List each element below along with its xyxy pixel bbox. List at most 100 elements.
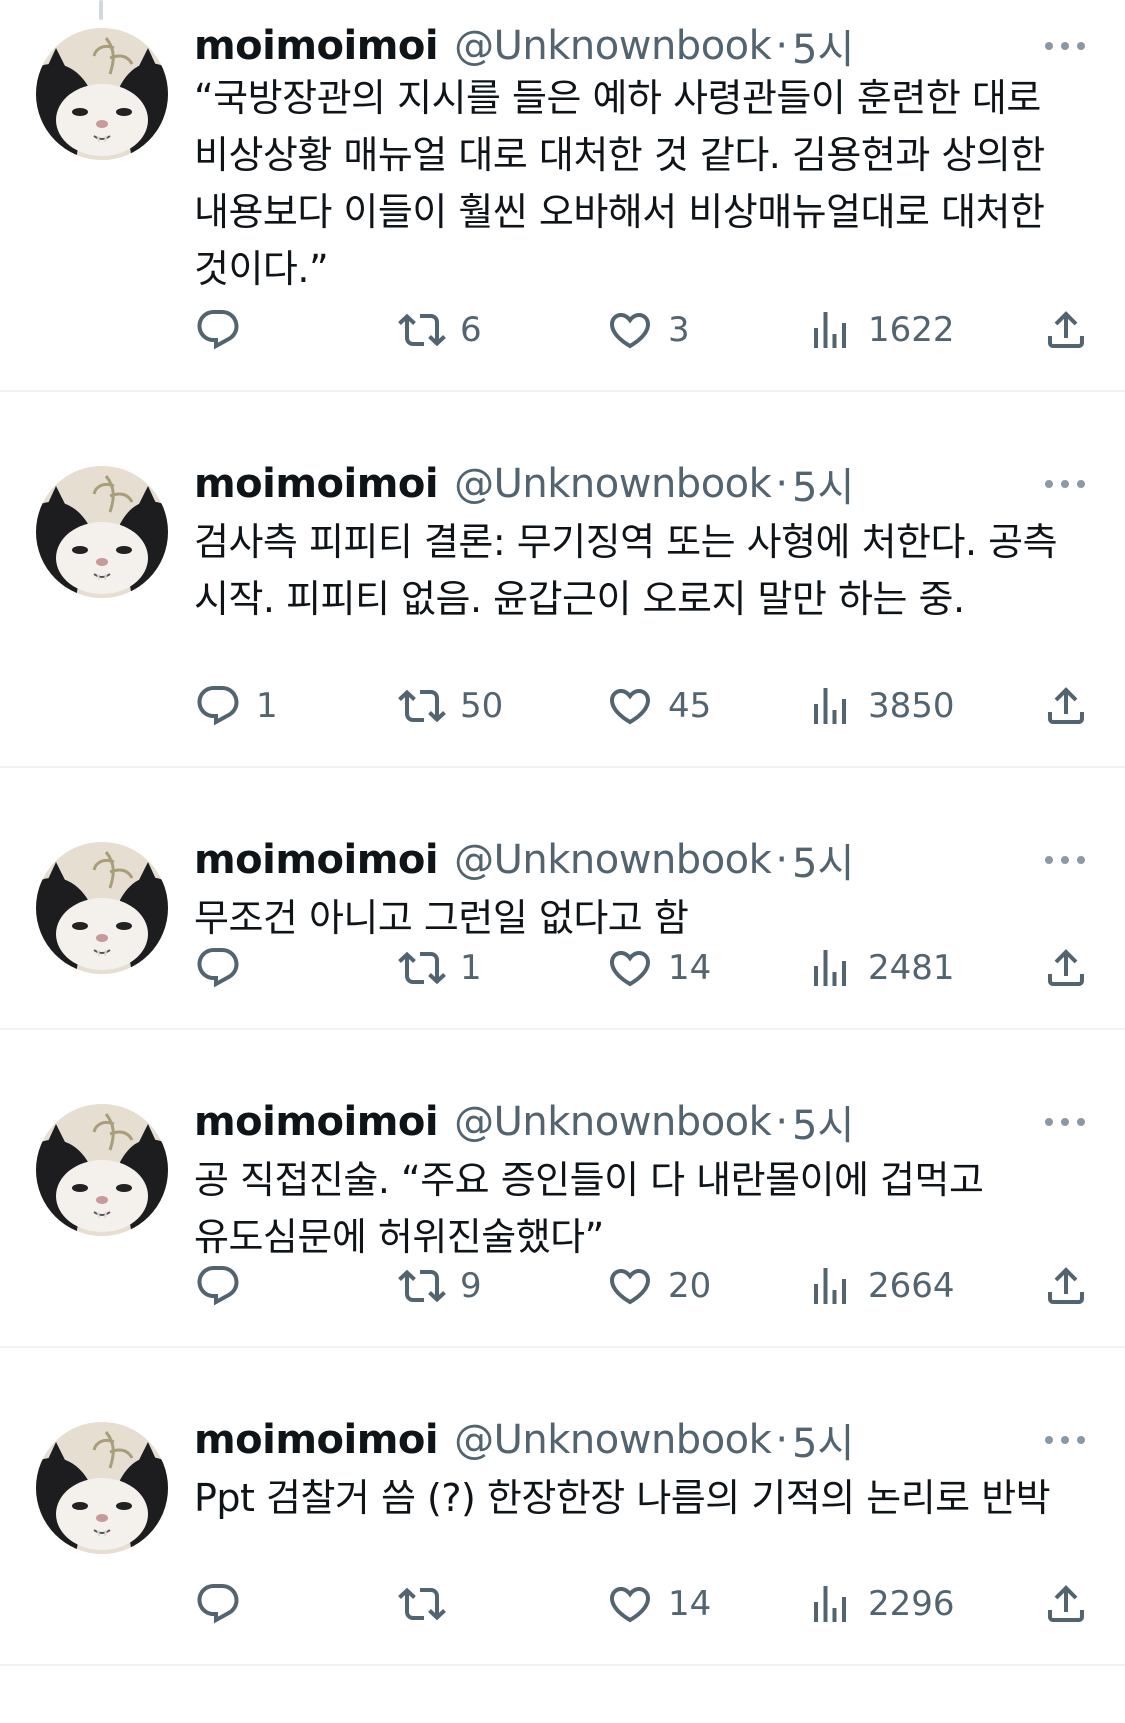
like-button[interactable]: 3	[606, 300, 690, 360]
like-button[interactable]: 45	[606, 676, 711, 736]
share-button[interactable]	[1042, 676, 1090, 736]
tweet-header: moimoimoi @Unknownbook · 5시	[194, 18, 1095, 74]
reply-button[interactable]	[194, 300, 256, 360]
tweet-text: Ppt 검찰거 씀 (?) 한장한장 나름의 기적의 논리로 반박	[194, 1476, 1051, 1520]
share-upload-icon	[1042, 1262, 1090, 1310]
action-bar: 9 20 2664	[194, 1256, 1098, 1316]
views-button[interactable]: 3850	[806, 676, 955, 736]
share-button[interactable]	[1042, 1256, 1090, 1316]
tweet-text: “국방장관의 지시를 들은 예하 사령관들이 훈련한 대로 비상상황 매뉴얼 대…	[194, 76, 1045, 291]
avatar[interactable]	[36, 1422, 168, 1554]
retweet-button[interactable]: 1	[398, 938, 482, 998]
timestamp[interactable]: 5시	[792, 831, 854, 889]
action-bar: 1 14 2481	[194, 938, 1098, 998]
reply-button[interactable]	[194, 1574, 256, 1634]
reply-bubble-icon	[194, 682, 242, 730]
view-count: 2664	[868, 1266, 955, 1306]
avatar[interactable]	[36, 842, 168, 974]
more-options-button[interactable]	[1035, 1094, 1095, 1150]
like-button[interactable]: 14	[606, 1574, 711, 1634]
share-button[interactable]	[1042, 300, 1090, 360]
tweet-text: 검사측 피피티 결론: 무기징역 또는 사형에 처한다. 공측 시작. 피피티 …	[194, 520, 1058, 621]
tweet-header: moimoimoi @Unknownbook · 5시	[194, 456, 1095, 512]
views-button[interactable]: 1622	[806, 300, 955, 360]
like-button[interactable]: 20	[606, 1256, 711, 1316]
cat-avatar-image	[36, 1422, 168, 1554]
more-dots-icon	[1045, 856, 1085, 864]
tweet-header: moimoimoi @Unknownbook · 5시	[194, 1094, 1095, 1150]
retweet-icon	[398, 944, 446, 992]
more-dots-icon	[1045, 42, 1085, 50]
reply-button[interactable]: 1	[194, 676, 278, 736]
timestamp[interactable]: 5시	[792, 1093, 854, 1151]
more-options-button[interactable]	[1035, 18, 1095, 74]
heart-icon	[606, 306, 654, 354]
share-button[interactable]	[1042, 1574, 1090, 1634]
retweet-button[interactable]: 6	[398, 300, 482, 360]
retweet-button[interactable]	[398, 1574, 460, 1634]
view-count: 2481	[868, 948, 955, 988]
tweet-3[interactable]: moimoimoi @Unknownbook · 5시 무조건 아니고 그런일 …	[0, 768, 1125, 1030]
tweet-2[interactable]: moimoimoi @Unknownbook · 5시 검사측 피피티 결론: …	[0, 392, 1125, 768]
header-separator: ·	[775, 461, 789, 507]
views-button[interactable]: 2296	[806, 1574, 955, 1634]
retweet-count: 9	[460, 1266, 482, 1306]
display-name[interactable]: moimoimoi	[194, 1099, 439, 1145]
retweet-icon	[398, 1262, 446, 1310]
retweet-icon	[398, 306, 446, 354]
views-button[interactable]: 2664	[806, 1256, 955, 1316]
avatar[interactable]	[36, 1104, 168, 1236]
display-name[interactable]: moimoimoi	[194, 461, 439, 507]
display-name[interactable]: moimoimoi	[194, 837, 439, 883]
timestamp[interactable]: 5시	[792, 17, 854, 75]
user-handle[interactable]: @Unknownbook	[454, 1417, 772, 1463]
reply-bubble-icon	[194, 306, 242, 354]
user-handle[interactable]: @Unknownbook	[454, 1099, 772, 1145]
like-button[interactable]: 14	[606, 938, 711, 998]
more-options-button[interactable]	[1035, 1412, 1095, 1468]
reply-button[interactable]	[194, 1256, 256, 1316]
tweet-header: moimoimoi @Unknownbook · 5시	[194, 1412, 1095, 1468]
more-dots-icon	[1045, 1436, 1085, 1444]
timestamp[interactable]: 5시	[792, 1411, 854, 1469]
more-dots-icon	[1045, 480, 1085, 488]
like-count: 20	[668, 1266, 712, 1306]
action-bar: 1 50 45 3850	[194, 676, 1098, 736]
retweet-icon	[398, 682, 446, 730]
retweet-count: 1	[460, 948, 482, 988]
thread-feed: moimoimoi @Unknownbook · 5시 “국방장관의 지시를 들…	[0, 0, 1125, 1723]
share-button[interactable]	[1042, 938, 1090, 998]
action-bar: 14 2296	[194, 1574, 1098, 1634]
action-bar: 6 3 1622	[194, 300, 1098, 360]
tweet-text: 공 직접진술. “주요 증인들이 다 내란몰이에 겁먹고 유도심문에 허위진술했…	[194, 1158, 984, 1259]
views-bar-chart-icon	[806, 1262, 854, 1310]
user-handle[interactable]: @Unknownbook	[454, 23, 772, 69]
tweet-5[interactable]: moimoimoi @Unknownbook · 5시 Ppt 검찰거 씀 (?…	[0, 1348, 1125, 1666]
more-options-button[interactable]	[1035, 456, 1095, 512]
retweet-button[interactable]: 9	[398, 1256, 482, 1316]
reply-button[interactable]	[194, 938, 256, 998]
cat-avatar-image	[36, 842, 168, 974]
views-bar-chart-icon	[806, 682, 854, 730]
views-button[interactable]: 2481	[806, 938, 955, 998]
display-name[interactable]: moimoimoi	[194, 1417, 439, 1463]
heart-icon	[606, 682, 654, 730]
avatar[interactable]	[36, 466, 168, 598]
tweet-4[interactable]: moimoimoi @Unknownbook · 5시 공 직접진술. “주요 …	[0, 1030, 1125, 1348]
user-handle[interactable]: @Unknownbook	[454, 461, 772, 507]
heart-icon	[606, 1262, 654, 1310]
reply-bubble-icon	[194, 1262, 242, 1310]
retweet-button[interactable]: 50	[398, 676, 503, 736]
user-handle[interactable]: @Unknownbook	[454, 837, 772, 883]
header-separator: ·	[775, 23, 789, 69]
more-options-button[interactable]	[1035, 832, 1095, 888]
tweet-header: moimoimoi @Unknownbook · 5시	[194, 832, 1095, 888]
avatar[interactable]	[36, 28, 168, 160]
timestamp[interactable]: 5시	[792, 455, 854, 513]
heart-icon	[606, 1580, 654, 1628]
tweet-1[interactable]: moimoimoi @Unknownbook · 5시 “국방장관의 지시를 들…	[0, 0, 1125, 392]
reply-bubble-icon	[194, 944, 242, 992]
views-bar-chart-icon	[806, 306, 854, 354]
display-name[interactable]: moimoimoi	[194, 23, 439, 69]
retweet-count: 6	[460, 310, 482, 350]
